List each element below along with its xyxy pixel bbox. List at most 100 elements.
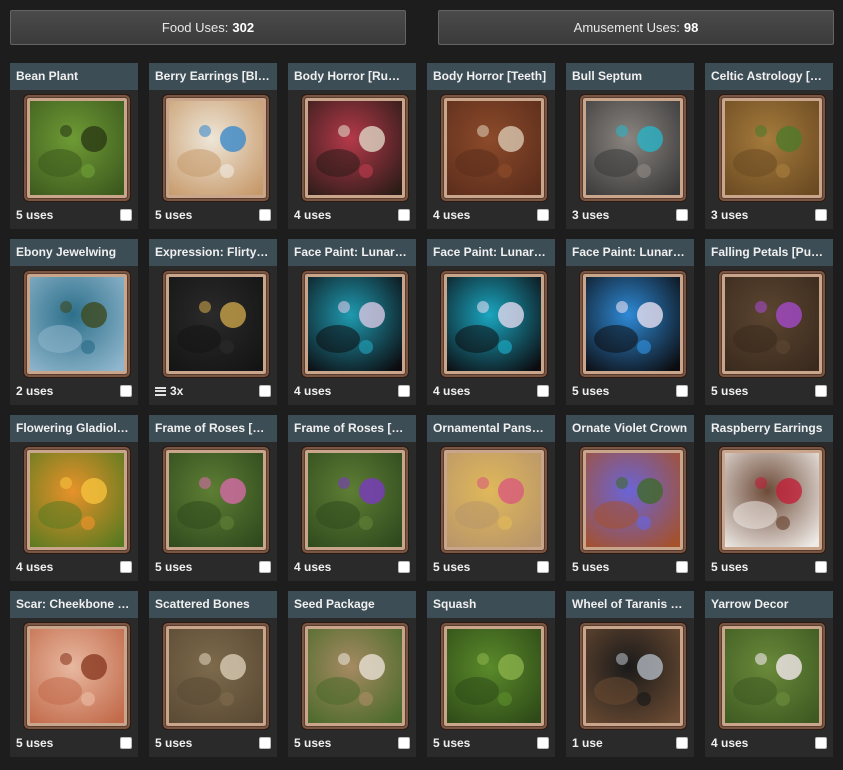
item-select-checkbox[interactable] [815, 561, 827, 573]
item-select-checkbox[interactable] [398, 385, 410, 397]
item-select-checkbox[interactable] [537, 385, 549, 397]
item-card[interactable]: Scattered Bones 5 uses [149, 591, 277, 757]
item-card[interactable]: Berry Earrings [Blue] 5 uses [149, 63, 277, 229]
item-frame[interactable] [721, 273, 823, 375]
item-card[interactable]: Bean Plant 5 uses [10, 63, 138, 229]
food-uses-value: 302 [232, 20, 255, 35]
item-frame[interactable] [26, 449, 128, 551]
item-card[interactable]: Ebony Jewelwing 2 uses [10, 239, 138, 405]
item-frame[interactable] [582, 625, 684, 727]
item-card[interactable]: Frame of Roses [Violet] 4 uses [288, 415, 416, 581]
item-card[interactable]: Seed Package 5 uses [288, 591, 416, 757]
item-card[interactable]: Face Paint: Lunar Sun 5 uses [566, 239, 694, 405]
item-card[interactable]: Face Paint: Lunar Crescent 4 uses [288, 239, 416, 405]
item-frame[interactable] [26, 97, 128, 199]
item-name: Berry Earrings [Blue] [149, 63, 277, 90]
item-select-checkbox[interactable] [259, 209, 271, 221]
item-uses-text: 4 uses [16, 560, 54, 574]
item-frame[interactable] [26, 625, 128, 727]
item-card[interactable]: Body Horror [Teeth] 4 uses [427, 63, 555, 229]
item-card[interactable]: Flowering Gladiolus [Orange] 4 uses [10, 415, 138, 581]
item-frame[interactable] [582, 273, 684, 375]
item-card[interactable]: Expression: Flirty [Black] 3x [149, 239, 277, 405]
item-uses-text: 5 uses [711, 384, 749, 398]
item-select-checkbox[interactable] [676, 737, 688, 749]
item-name: Face Paint: Lunar Sun [566, 239, 694, 266]
roses-violet-icon [308, 453, 402, 547]
item-select-checkbox[interactable] [676, 385, 688, 397]
item-frame[interactable] [304, 449, 406, 551]
item-frame[interactable] [582, 449, 684, 551]
item-uses-text: 5 uses [155, 736, 193, 750]
item-name: Celtic Astrology [Elder] [705, 63, 833, 90]
item-uses: 5 uses [711, 560, 748, 574]
item-select-checkbox[interactable] [259, 737, 271, 749]
item-select-checkbox[interactable] [259, 385, 271, 397]
item-frame[interactable] [721, 449, 823, 551]
item-select-checkbox[interactable] [537, 561, 549, 573]
item-frame[interactable] [165, 449, 267, 551]
item-uses: 5 uses [711, 384, 748, 398]
item-uses: 5 uses [155, 208, 192, 222]
item-select-checkbox[interactable] [676, 209, 688, 221]
food-uses-button[interactable]: Food Uses: 302 [10, 10, 406, 45]
item-frame[interactable] [721, 97, 823, 199]
item-select-checkbox[interactable] [676, 561, 688, 573]
item-select-checkbox[interactable] [398, 209, 410, 221]
item-card[interactable]: Scar: Cheekbone [Right] 5 uses [10, 591, 138, 757]
item-name: Seed Package [288, 591, 416, 618]
item-footer: 3 uses [711, 207, 827, 223]
item-name: Ornate Violet Crown [566, 415, 694, 442]
item-select-checkbox[interactable] [537, 737, 549, 749]
item-card[interactable]: Raspberry Earrings 5 uses [705, 415, 833, 581]
item-select-checkbox[interactable] [815, 737, 827, 749]
item-frame[interactable] [443, 97, 545, 199]
item-select-checkbox[interactable] [537, 209, 549, 221]
item-card[interactable]: Body Horror [Rump Spikes] 4 uses [288, 63, 416, 229]
item-card[interactable]: Frame of Roses [Pink] 5 uses [149, 415, 277, 581]
item-card[interactable]: Bull Septum 3 uses [566, 63, 694, 229]
item-frame[interactable] [165, 97, 267, 199]
item-card[interactable]: Ornate Violet Crown 5 uses [566, 415, 694, 581]
item-frame[interactable] [304, 97, 406, 199]
item-name: Frame of Roses [Pink] [149, 415, 277, 442]
item-uses: 5 uses [572, 384, 609, 398]
item-card[interactable]: Yarrow Decor 4 uses [705, 591, 833, 757]
item-select-checkbox[interactable] [120, 209, 132, 221]
item-uses-text: 2 uses [16, 384, 54, 398]
item-card[interactable]: Face Paint: Lunar Dime 4 uses [427, 239, 555, 405]
face-paint-3-icon [586, 277, 680, 371]
item-select-checkbox[interactable] [120, 737, 132, 749]
item-select-checkbox[interactable] [120, 385, 132, 397]
item-uses-text: 3 uses [572, 208, 610, 222]
item-name: Ebony Jewelwing [10, 239, 138, 266]
item-frame[interactable] [721, 625, 823, 727]
item-frame[interactable] [165, 273, 267, 375]
item-footer: 5 uses [433, 559, 549, 575]
amusement-uses-button[interactable]: Amusement Uses: 98 [438, 10, 834, 45]
item-select-checkbox[interactable] [398, 737, 410, 749]
item-card[interactable]: Falling Petals [Purple] 5 uses [705, 239, 833, 405]
rump-spikes-icon [308, 101, 402, 195]
item-frame[interactable] [304, 625, 406, 727]
item-frame[interactable] [26, 273, 128, 375]
item-frame[interactable] [304, 273, 406, 375]
item-footer: 5 uses [433, 735, 549, 751]
item-card[interactable]: Ornamental Pansy Crown 5 uses [427, 415, 555, 581]
item-frame[interactable] [443, 273, 545, 375]
item-frame[interactable] [443, 625, 545, 727]
item-card[interactable]: Wheel of Taranis Bonnet 1 use [566, 591, 694, 757]
item-card[interactable]: Squash 5 uses [427, 591, 555, 757]
item-select-checkbox[interactable] [398, 561, 410, 573]
item-card[interactable]: Celtic Astrology [Elder] 3 uses [705, 63, 833, 229]
item-select-checkbox[interactable] [815, 385, 827, 397]
item-select-checkbox[interactable] [120, 561, 132, 573]
item-select-checkbox[interactable] [259, 561, 271, 573]
item-frame[interactable] [165, 625, 267, 727]
item-frame[interactable] [443, 449, 545, 551]
item-name: Bull Septum [566, 63, 694, 90]
item-footer: 5 uses [16, 207, 132, 223]
item-select-checkbox[interactable] [815, 209, 827, 221]
item-uses: 5 uses [294, 736, 331, 750]
item-frame[interactable] [582, 97, 684, 199]
